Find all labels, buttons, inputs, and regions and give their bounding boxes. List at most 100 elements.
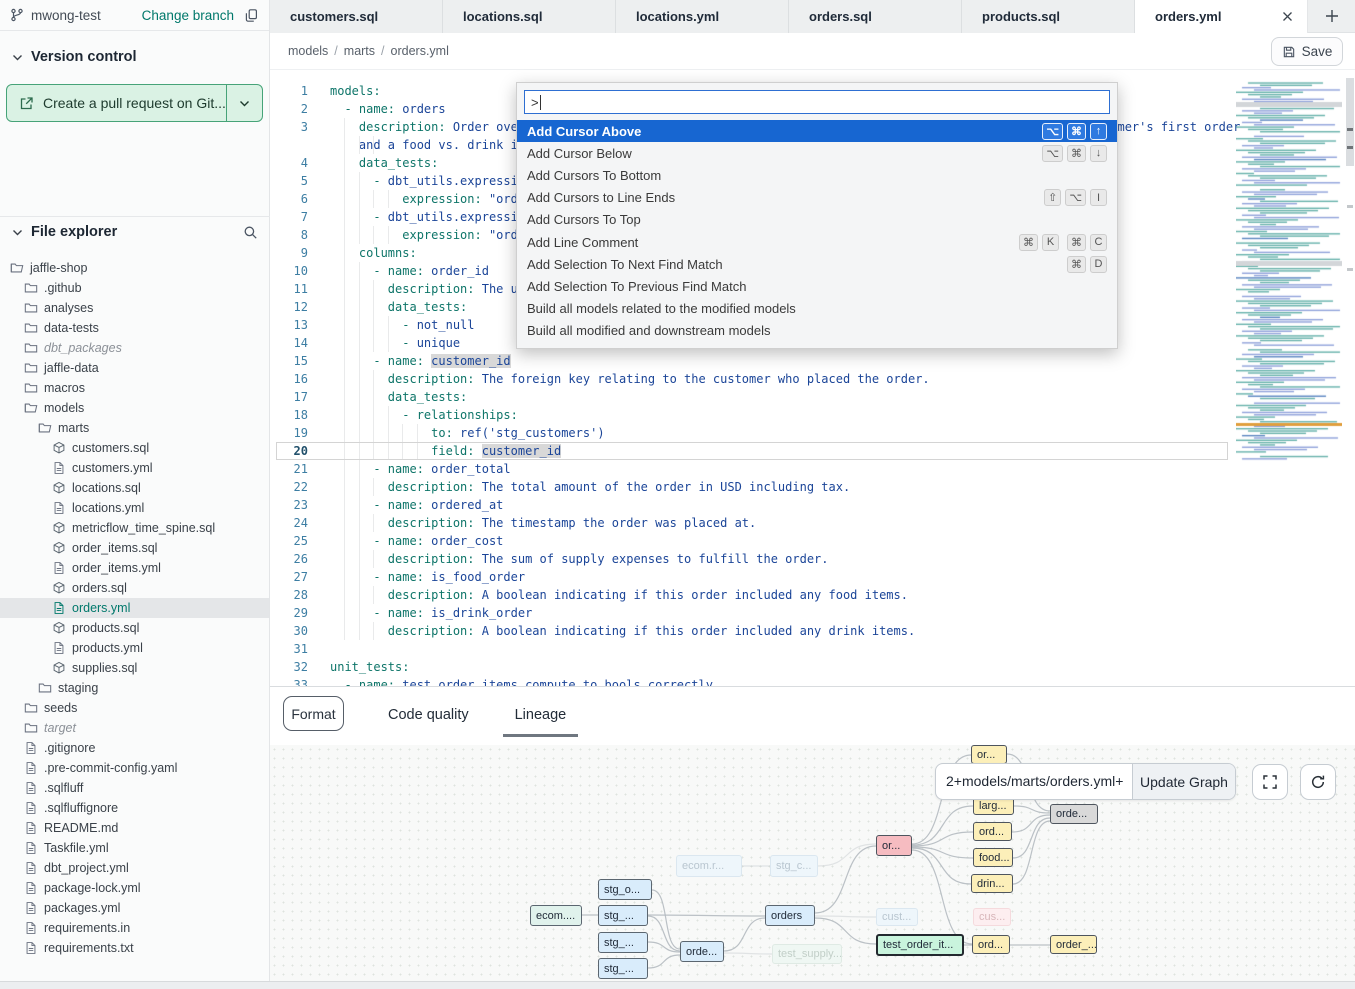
tree-item-dbt_packages[interactable]: dbt_packages: [0, 338, 269, 358]
code-line[interactable]: [330, 640, 1236, 658]
editor-minimap[interactable]: [1236, 76, 1342, 466]
tab-orders.yml[interactable]: orders.yml: [1135, 0, 1308, 33]
tree-item-macros[interactable]: macros: [0, 378, 269, 398]
sidebar-scrollbar[interactable]: [0, 981, 270, 989]
line-number[interactable]: 7: [270, 208, 330, 226]
refresh-button[interactable]: [1300, 764, 1336, 800]
line-number[interactable]: 17: [270, 388, 330, 406]
lineage-node-stg_c[interactable]: stg_c...: [770, 855, 818, 877]
lineage-node-ord[interactable]: ord...: [972, 935, 1010, 954]
line-number[interactable]: 26: [270, 550, 330, 568]
code-line[interactable]: unit_tests:: [330, 658, 1236, 676]
lineage-scrollbar[interactable]: [270, 981, 1355, 989]
line-number[interactable]: 1: [270, 82, 330, 100]
lineage-node-test_supply[interactable]: test_supply...: [772, 944, 842, 964]
palette-item-add-cursor-below[interactable]: Add Cursor Below⌥⌘↓: [517, 142, 1117, 164]
code-line[interactable]: - name: is_drink_order: [330, 604, 1236, 622]
lineage-node-drin[interactable]: drin...: [971, 874, 1013, 893]
tree-item-marts[interactable]: marts: [0, 418, 269, 438]
line-number[interactable]: 8: [270, 226, 330, 244]
tree-item-.sqlfluff[interactable]: .sqlfluff: [0, 778, 269, 798]
code-line[interactable]: description: The total amount of the ord…: [330, 478, 1236, 496]
line-number[interactable]: 10: [270, 262, 330, 280]
palette-item-add-cursors-to-top[interactable]: Add Cursors To Top: [517, 209, 1117, 231]
code-line[interactable]: data_tests:: [330, 388, 1236, 406]
tree-item-orders.yml[interactable]: orders.yml: [0, 598, 269, 618]
tree-item-packages.yml[interactable]: packages.yml: [0, 898, 269, 918]
panel-tab-lineage[interactable]: Lineage: [515, 687, 567, 743]
code-line[interactable]: to: ref('stg_customers'): [330, 424, 1236, 442]
copy-branch-icon[interactable]: [244, 8, 259, 23]
line-number[interactable]: 4: [270, 154, 330, 172]
tree-item-.gitignore[interactable]: .gitignore: [0, 738, 269, 758]
tree-item-requirements.txt[interactable]: requirements.txt: [0, 938, 269, 958]
pr-options-caret[interactable]: [226, 85, 262, 121]
tree-item-.sqlfluffignore[interactable]: .sqlfluffignore: [0, 798, 269, 818]
palette-item-build-all-models-related-to-the-modified-models[interactable]: Build all models related to the modified…: [517, 298, 1117, 320]
version-control-header[interactable]: Version control: [0, 49, 269, 65]
line-number[interactable]: 11: [270, 280, 330, 298]
tree-item-order_items.sql[interactable]: order_items.sql: [0, 538, 269, 558]
line-number[interactable]: 22: [270, 478, 330, 496]
create-pr-button[interactable]: Create a pull request on Git...: [6, 84, 263, 122]
tree-item-target[interactable]: target: [0, 718, 269, 738]
palette-item-add-cursors-to-bottom[interactable]: Add Cursors To Bottom: [517, 164, 1117, 186]
lineage-node-cus[interactable]: cus...: [973, 908, 1011, 926]
line-number[interactable]: 3: [270, 118, 330, 136]
tree-item-requirements.in[interactable]: requirements.in: [0, 918, 269, 938]
line-number[interactable]: 6: [270, 190, 330, 208]
scrollbar-thumb[interactable]: [1346, 78, 1354, 166]
breadcrumb-segment[interactable]: marts: [344, 44, 375, 58]
tab-locations.sql[interactable]: locations.sql: [443, 0, 616, 33]
line-number[interactable]: 20: [270, 442, 330, 460]
code-line[interactable]: description: The sum of supply expenses …: [330, 550, 1236, 568]
breadcrumb-segment[interactable]: orders.yml: [391, 44, 449, 58]
lineage-node-food[interactable]: food...: [973, 848, 1013, 867]
tree-item-products.sql[interactable]: products.sql: [0, 618, 269, 638]
line-number[interactable]: 25: [270, 532, 330, 550]
close-tab-icon[interactable]: [1282, 11, 1293, 22]
tree-item-seeds[interactable]: seeds: [0, 698, 269, 718]
line-number[interactable]: 32: [270, 658, 330, 676]
line-number[interactable]: 2: [270, 100, 330, 118]
editor-scrollbar[interactable]: [1345, 70, 1355, 686]
code-line[interactable]: description: The foreign key relating to…: [330, 370, 1236, 388]
lineage-node-cust[interactable]: cust...: [876, 908, 918, 926]
lineage-node-orde[interactable]: orde...: [1050, 804, 1098, 824]
line-number[interactable]: [270, 136, 330, 154]
tree-item-README.md[interactable]: README.md: [0, 818, 269, 838]
line-number[interactable]: 9: [270, 244, 330, 262]
line-number[interactable]: 28: [270, 586, 330, 604]
tree-item-jaffle-data[interactable]: jaffle-data: [0, 358, 269, 378]
tab-locations.yml[interactable]: locations.yml: [616, 0, 789, 33]
tree-item-products.yml[interactable]: products.yml: [0, 638, 269, 658]
line-number[interactable]: 18: [270, 406, 330, 424]
line-number[interactable]: 16: [270, 370, 330, 388]
code-line[interactable]: - name: is_food_order: [330, 568, 1236, 586]
line-number[interactable]: 24: [270, 514, 330, 532]
lineage-node-order_[interactable]: order_...: [1050, 935, 1097, 954]
palette-item-add-selection-to-next-find-match[interactable]: Add Selection To Next Find Match⌘D: [517, 253, 1117, 275]
code-line[interactable]: - name: ordered_at: [330, 496, 1236, 514]
tree-item-jaffle-shop[interactable]: jaffle-shop: [0, 258, 269, 278]
lineage-canvas[interactable]: 2+models/marts/orders.yml+ Update Graph …: [270, 745, 1355, 982]
line-number[interactable]: 27: [270, 568, 330, 586]
code-line[interactable]: - name: customer_id: [330, 352, 1236, 370]
palette-item-add-line-comment[interactable]: Add Line Comment⌘K⌘C: [517, 231, 1117, 253]
panel-tab-code-quality[interactable]: Code quality: [388, 687, 469, 743]
lineage-node-ecomr[interactable]: ecom.r...: [676, 855, 742, 877]
code-line[interactable]: - name: order_total: [330, 460, 1236, 478]
tree-item-supplies.sql[interactable]: supplies.sql: [0, 658, 269, 678]
palette-item-add-cursor-above[interactable]: Add Cursor Above⌥⌘↑: [517, 120, 1117, 142]
code-line[interactable]: description: The timestamp the order was…: [330, 514, 1236, 532]
tree-item-data-tests[interactable]: data-tests: [0, 318, 269, 338]
line-number[interactable]: 15: [270, 352, 330, 370]
lineage-node-orde[interactable]: orde...: [680, 941, 724, 962]
code-line[interactable]: - relationships:: [330, 406, 1236, 424]
tree-item-dbt_project.yml[interactable]: dbt_project.yml: [0, 858, 269, 878]
lineage-selector-input[interactable]: 2+models/marts/orders.yml+: [936, 764, 1132, 799]
line-number[interactable]: 19: [270, 424, 330, 442]
line-number[interactable]: 31: [270, 640, 330, 658]
line-number[interactable]: 13: [270, 316, 330, 334]
tree-item-.github[interactable]: .github: [0, 278, 269, 298]
